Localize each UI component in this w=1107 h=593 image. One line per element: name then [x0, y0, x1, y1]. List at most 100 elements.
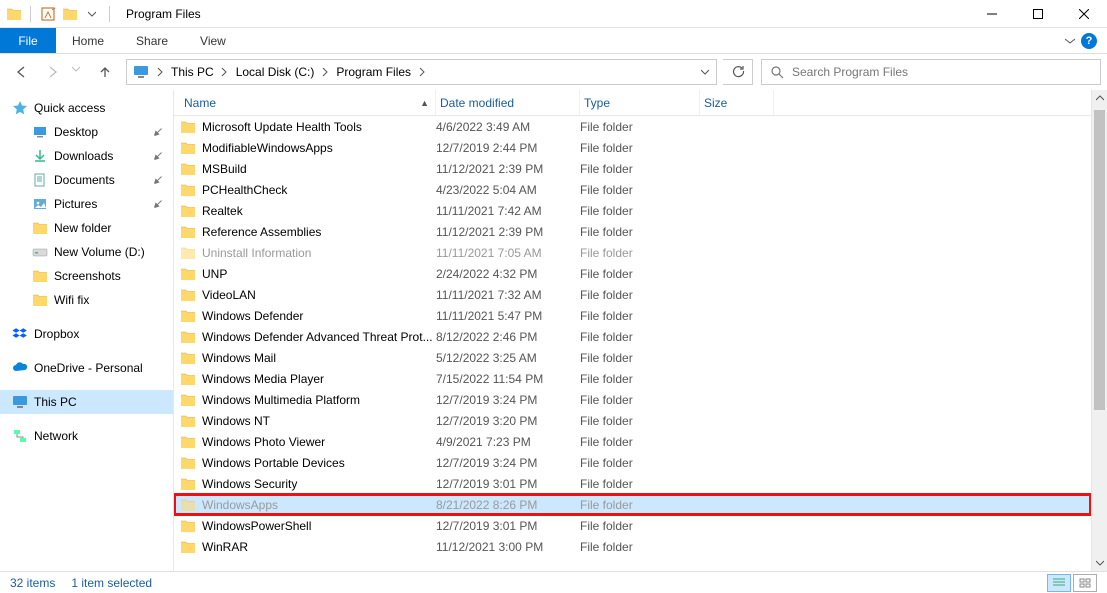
sidebar-this-pc[interactable]: This PC [0, 390, 173, 414]
sidebar-item-pictures[interactable]: Pictures [0, 192, 173, 216]
folder-icon [180, 371, 196, 387]
sidebar-item-new-folder[interactable]: New folder [0, 216, 173, 240]
status-selected-count: 1 item selected [71, 576, 152, 590]
row-name: Uninstall Information [202, 246, 436, 260]
table-row[interactable]: WinRAR11/12/2021 3:00 PMFile folder [174, 536, 1091, 557]
row-type: File folder [580, 120, 700, 134]
sidebar-item-wifi-fix[interactable]: Wifi fix [0, 288, 173, 312]
row-name: PCHealthCheck [202, 183, 436, 197]
table-row[interactable]: WindowsApps8/21/2022 8:26 PMFile folder [174, 494, 1091, 515]
sidebar-item-documents[interactable]: Documents [0, 168, 173, 192]
table-row[interactable]: Windows Security12/7/2019 3:01 PMFile fo… [174, 473, 1091, 494]
breadcrumb-item[interactable]: This PC [167, 65, 218, 79]
help-icon[interactable]: ? [1081, 33, 1097, 49]
table-row[interactable]: UNP2/24/2022 4:32 PMFile folder [174, 263, 1091, 284]
table-row[interactable]: MSBuild11/12/2021 2:39 PMFile folder [174, 158, 1091, 179]
view-large-button[interactable] [1073, 574, 1097, 592]
row-name: Windows Defender Advanced Threat Prot... [202, 330, 436, 344]
table-row[interactable]: Windows Multimedia Platform12/7/2019 3:2… [174, 389, 1091, 410]
table-row[interactable]: ModifiableWindowsApps12/7/2019 2:44 PMFi… [174, 137, 1091, 158]
refresh-button[interactable] [723, 59, 753, 85]
nav-back-button[interactable] [6, 60, 36, 84]
ribbon-tab-file[interactable]: File [0, 28, 56, 53]
sidebar-item-label: This PC [34, 395, 77, 409]
minimize-button[interactable] [969, 0, 1015, 28]
row-date: 4/23/2022 5:04 AM [436, 183, 580, 197]
row-type: File folder [580, 393, 700, 407]
breadcrumb-item[interactable]: Local Disk (C:) [232, 65, 319, 79]
nav-up-button[interactable] [90, 60, 120, 84]
cloud-icon [12, 360, 28, 376]
sidebar-item-screenshots[interactable]: Screenshots [0, 264, 173, 288]
table-row[interactable]: PCHealthCheck4/23/2022 5:04 AMFile folde… [174, 179, 1091, 200]
table-row[interactable]: Uninstall Information11/11/2021 7:05 AMF… [174, 242, 1091, 263]
nav-forward-button[interactable] [38, 60, 68, 84]
row-name: WindowsPowerShell [202, 519, 436, 533]
row-type: File folder [580, 246, 700, 260]
qat-newfolder-icon[interactable] [61, 5, 79, 23]
row-date: 2/24/2022 4:32 PM [436, 267, 580, 281]
search-input[interactable] [792, 65, 1092, 79]
chevron-right-icon[interactable] [153, 67, 167, 77]
table-row[interactable]: Windows Portable Devices12/7/2019 3:24 P… [174, 452, 1091, 473]
row-date: 12/7/2019 3:01 PM [436, 519, 580, 533]
ribbon-tab-share[interactable]: Share [120, 28, 184, 53]
chevron-right-icon[interactable] [415, 67, 429, 77]
table-row[interactable]: Windows Defender Advanced Threat Prot...… [174, 326, 1091, 347]
sidebar-item-new-volume-d-[interactable]: New Volume (D:) [0, 240, 173, 264]
ribbon: File Home Share View ? [0, 28, 1107, 54]
vertical-scrollbar[interactable] [1091, 90, 1107, 571]
table-row[interactable]: Windows Mail5/12/2022 3:25 AMFile folder [174, 347, 1091, 368]
row-type: File folder [580, 204, 700, 218]
breadcrumb[interactable]: This PC Local Disk (C:) Program Files [126, 59, 717, 85]
table-row[interactable]: Microsoft Update Health Tools4/6/2022 3:… [174, 116, 1091, 137]
folder-icon [180, 203, 196, 219]
chevron-right-icon[interactable] [218, 67, 232, 77]
scroll-down-icon[interactable] [1092, 555, 1107, 571]
folder-icon [32, 220, 48, 236]
row-type: File folder [580, 540, 700, 554]
row-name: MSBuild [202, 162, 436, 176]
row-name: VideoLAN [202, 288, 436, 302]
view-details-button[interactable] [1047, 574, 1071, 592]
sidebar-onedrive[interactable]: OneDrive - Personal [0, 356, 173, 380]
row-name: Windows Defender [202, 309, 436, 323]
column-header-type[interactable]: Type [580, 90, 700, 115]
ribbon-expand-icon[interactable] [1065, 36, 1075, 46]
column-header-name[interactable]: Name▲ [180, 90, 436, 115]
search-box[interactable] [761, 59, 1101, 85]
scroll-up-icon[interactable] [1092, 90, 1107, 106]
close-button[interactable] [1061, 0, 1107, 28]
sidebar-item-label: New folder [54, 221, 111, 235]
table-row[interactable]: Windows Defender11/11/2021 5:47 PMFile f… [174, 305, 1091, 326]
table-row[interactable]: Reference Assemblies11/12/2021 2:39 PMFi… [174, 221, 1091, 242]
table-row[interactable]: VideoLAN11/11/2021 7:32 AMFile folder [174, 284, 1091, 305]
sidebar-item-downloads[interactable]: Downloads [0, 144, 173, 168]
nav-recent-dropdown[interactable] [70, 60, 88, 84]
sidebar-network[interactable]: Network [0, 424, 173, 448]
breadcrumb-item[interactable]: Program Files [332, 65, 415, 79]
column-header-size[interactable]: Size [700, 90, 774, 115]
sidebar-quick-access[interactable]: Quick access [0, 96, 173, 120]
breadcrumb-dropdown-icon[interactable] [694, 68, 716, 76]
ribbon-tab-home[interactable]: Home [56, 28, 120, 53]
table-row[interactable]: Realtek11/11/2021 7:42 AMFile folder [174, 200, 1091, 221]
qat-dropdown-icon[interactable] [83, 5, 101, 23]
row-date: 12/7/2019 2:44 PM [436, 141, 580, 155]
row-date: 7/15/2022 11:54 PM [436, 372, 580, 386]
table-row[interactable]: Windows NT12/7/2019 3:20 PMFile folder [174, 410, 1091, 431]
table-row[interactable]: Windows Media Player7/15/2022 11:54 PMFi… [174, 368, 1091, 389]
desktop-icon [32, 124, 48, 140]
row-type: File folder [580, 519, 700, 533]
table-row[interactable]: WindowsPowerShell12/7/2019 3:01 PMFile f… [174, 515, 1091, 536]
scroll-thumb[interactable] [1094, 110, 1105, 410]
column-header-date[interactable]: Date modified [436, 90, 580, 115]
ribbon-tab-view[interactable]: View [184, 28, 242, 53]
table-row[interactable]: Windows Photo Viewer4/9/2021 7:23 PMFile… [174, 431, 1091, 452]
sidebar-dropbox[interactable]: Dropbox [0, 322, 173, 346]
chevron-right-icon[interactable] [318, 67, 332, 77]
maximize-button[interactable] [1015, 0, 1061, 28]
qat-properties-icon[interactable] [39, 5, 57, 23]
row-name: Realtek [202, 204, 436, 218]
sidebar-item-desktop[interactable]: Desktop [0, 120, 173, 144]
